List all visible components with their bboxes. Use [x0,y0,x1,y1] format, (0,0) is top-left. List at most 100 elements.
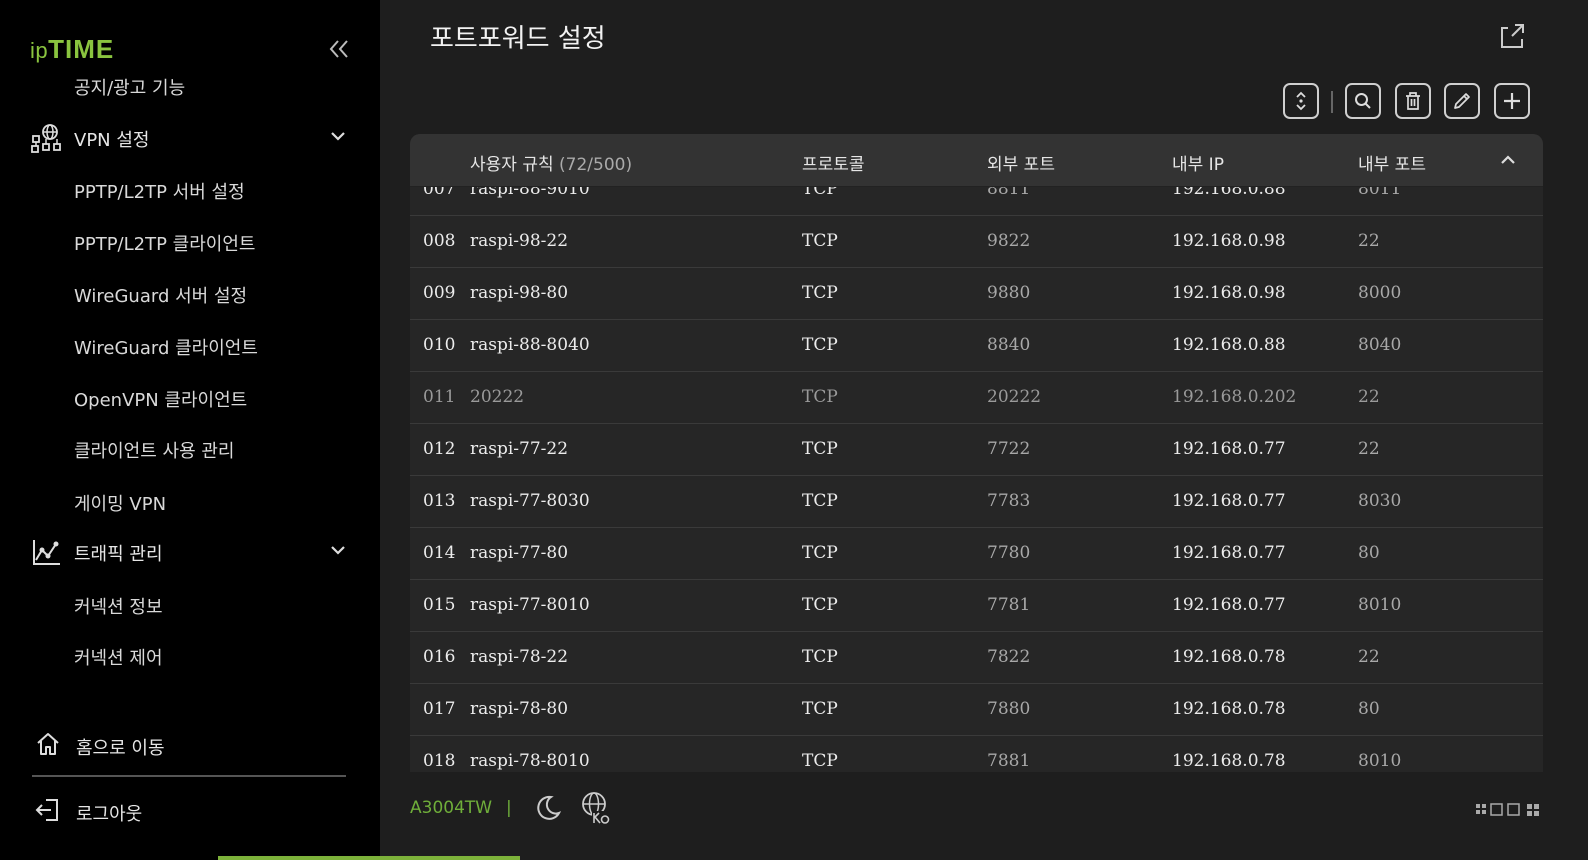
sidebar-item-client-usage[interactable]: 클라이언트 사용 관리 [74,437,234,463]
cell-name: raspi-77-8030 [470,491,590,511]
toolbar-separator [1331,91,1333,113]
cell-ip: 192.168.0.77 [1172,543,1286,563]
vpn-globe-icon [31,124,61,153]
add-button[interactable] [1494,83,1530,119]
cell-ext: 7781 [987,595,1031,615]
cell-name: 20222 [470,387,525,407]
cell-int: 80 [1358,699,1380,719]
sidebar-item-openvpn-client[interactable]: OpenVPN 클라이언트 [74,386,247,412]
table-row[interactable]: 011 20222 TCP 20222 192.168.0.202 22 [410,372,1543,424]
sidebar-item-pptp-server[interactable]: PPTP/L2TP 서버 설정 [74,178,245,204]
home-link[interactable]: 홈으로 이동 [30,726,350,762]
sidebar-item-wireguard-client[interactable]: WireGuard 클라이언트 [74,334,258,360]
rule-count: (72/500) [559,155,633,175]
table-row[interactable]: 012 raspi-77-22 TCP 7722 192.168.0.77 22 [410,424,1543,476]
table-row[interactable]: 018 raspi-78-8010 TCP 7881 192.168.0.78 8010 [410,736,1543,772]
traffic-chart-icon [33,540,60,565]
home-label: 홈으로 이동 [76,738,165,759]
moon-icon[interactable] [533,793,563,823]
logout-link[interactable]: 로그아웃 [30,792,350,828]
export-icon[interactable] [1496,20,1528,52]
sidebar-item-connection-control[interactable]: 커넥션 제어 [74,644,163,670]
table-row[interactable]: 010 raspi-88-8040 TCP 8840 192.168.0.88 8040 [410,320,1543,372]
sidebar-group-label: 트래픽 관리 [74,544,163,565]
table-row[interactable]: 009 raspi-98-80 TCP 9880 192.168.0.98 8000 [410,268,1543,320]
cell-ext: 7722 [987,439,1031,459]
cell-int: 22 [1358,387,1380,407]
sidebar-group-vpn[interactable]: VPN 설정 [0,118,380,158]
cell-protocol: TCP [802,543,838,563]
cell-ext: 7783 [987,491,1031,511]
cell-ext: 8840 [987,335,1031,355]
cell-protocol: TCP [802,387,838,407]
iptime-logo[interactable]: ipTIME [30,34,114,65]
header-protocol[interactable]: 프로토콜 [802,150,865,175]
cell-ip: 192.168.0.77 [1172,439,1286,459]
view-mode-icon[interactable] [1475,802,1545,818]
cell-no: 016 [423,647,456,667]
sidebar: ipTIME 공지/광고 기능 VPN 설정 PPTP/L2TP 서버 설정 P… [0,0,520,860]
sidebar-item-gaming-vpn[interactable]: 게이밍 VPN [74,490,166,516]
table-row[interactable]: 008 raspi-98-22 TCP 9822 192.168.0.98 22 [410,216,1543,268]
sidebar-group-label: VPN 설정 [74,130,150,151]
chevron-down-icon[interactable] [328,126,348,146]
cell-ip: 192.168.0.88 [1172,335,1286,355]
cell-no: 009 [423,283,456,303]
sidebar-item-connection-info[interactable]: 커넥션 정보 [74,593,163,619]
cell-no: 017 [423,699,456,719]
chevron-down-icon[interactable] [328,540,348,560]
table-row[interactable]: 015 raspi-77-8010 TCP 7781 192.168.0.77 8010 [410,580,1543,632]
edit-icon [1454,93,1470,109]
chevron-up-icon[interactable] [1498,150,1518,170]
cell-no: 018 [423,751,456,771]
cell-name: raspi-78-80 [470,699,569,719]
table-row[interactable]: 017 raspi-78-80 TCP 7880 192.168.0.78 80 [410,684,1543,736]
cell-protocol: TCP [802,231,838,251]
model-name: A3004TW [410,798,493,818]
cell-no: 010 [423,335,456,355]
sidebar-item-pptp-client[interactable]: PPTP/L2TP 클라이언트 [74,230,255,256]
cell-name: raspi-88-8040 [470,335,590,355]
cell-int: 22 [1358,647,1380,667]
table-row[interactable]: 014 raspi-77-80 TCP 7780 192.168.0.77 80 [410,528,1543,580]
logout-icon [35,799,58,821]
cell-ext: 7780 [987,543,1031,563]
cell-ext: 7822 [987,647,1031,667]
cell-ext: 9880 [987,283,1031,303]
collapse-sidebar-icon[interactable] [328,36,350,62]
cell-ext: 20222 [987,387,1042,407]
cell-int: 8000 [1358,283,1402,303]
sort-button[interactable] [1283,83,1319,119]
table-row[interactable]: 016 raspi-78-22 TCP 7822 192.168.0.78 22 [410,632,1543,684]
cell-protocol: TCP [802,647,838,667]
cell-int: 8030 [1358,491,1402,511]
sidebar-item-wireguard-server[interactable]: WireGuard 서버 설정 [74,282,247,308]
cell-no: 012 [423,439,456,459]
sidebar-group-traffic[interactable]: 트래픽 관리 [0,532,380,572]
edit-button[interactable] [1444,83,1480,119]
delete-button[interactable] [1395,83,1431,119]
cell-protocol: TCP [802,283,838,303]
header-internal-port[interactable]: 내부 포트 [1358,150,1426,175]
cell-ip: 192.168.0.202 [1172,387,1297,407]
cell-no: 008 [423,231,456,251]
cell-name: raspi-77-22 [470,439,569,459]
header-rule[interactable]: 사용자 규칙 (72/500) [470,150,632,175]
cell-no: 014 [423,543,456,563]
table-row[interactable]: 013 raspi-77-8030 TCP 7783 192.168.0.77 8030 [410,476,1543,528]
sidebar-item-notice[interactable]: 공지/광고 기능 [74,74,185,100]
cell-protocol: TCP [802,751,838,771]
cell-ip: 192.168.0.98 [1172,283,1286,303]
sort-icon [1296,91,1306,111]
globe-language-icon[interactable] [580,791,612,825]
header-external-port[interactable]: 외부 포트 [987,150,1055,175]
header-internal-ip[interactable]: 내부 IP [1172,150,1224,175]
cell-ext: 7881 [987,751,1031,771]
search-button[interactable] [1345,83,1381,119]
taskbar-strip [218,856,520,860]
cell-ip: 192.168.0.77 [1172,595,1286,615]
cell-no: 015 [423,595,456,615]
sidebar-menu: 공지/광고 기능 VPN 설정 PPTP/L2TP 서버 설정 PPTP/L2T… [0,74,380,690]
page-title: 포트포워드 설정 [430,24,606,54]
cell-int: 8010 [1358,595,1402,615]
